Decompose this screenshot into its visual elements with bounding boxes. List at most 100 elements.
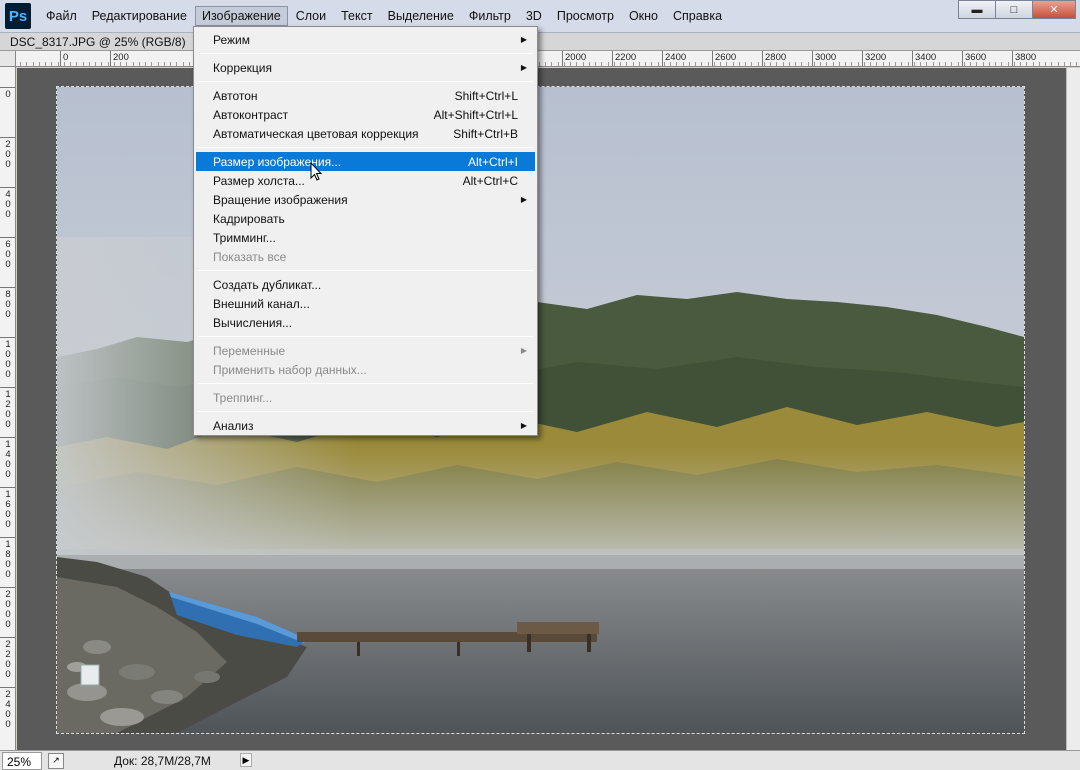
image-menu-item[interactable]: Создать дубликат...: [196, 275, 535, 294]
menu-item-label: Автотон: [213, 88, 258, 103]
ruler-minor-tick: [901, 62, 902, 66]
image-menu-item[interactable]: Коррекция ▶: [196, 58, 535, 77]
ruler-major-tick: [0, 87, 15, 88]
ruler-minor-tick: [689, 62, 690, 66]
image-menu-item[interactable]: Автоматическая цветовая коррекция Shift+C…: [196, 124, 535, 143]
menu-2[interactable]: Изображение: [194, 6, 288, 26]
menu-item-label: Размер холста...: [213, 173, 305, 188]
horizontal-ruler[interactable]: 0 200 2000 2200 2400 2600 2800 3000 3200 3400 3600…: [16, 51, 1080, 67]
menu-item-label: Показать все: [213, 249, 287, 264]
ruler-minor-tick: [151, 62, 152, 66]
submenu-arrow-icon: ▶: [520, 421, 527, 430]
image-menu-item: Применить набор данных...: [196, 360, 535, 379]
ruler-minor-tick: [95, 62, 96, 66]
menu-5[interactable]: Выделение: [381, 6, 461, 26]
menu-8[interactable]: Просмотр: [550, 6, 621, 26]
image-menu-item[interactable]: Режим ▶: [196, 30, 535, 49]
image-menu-item[interactable]: Внешний канал...: [196, 294, 535, 313]
ruler-minor-tick: [620, 62, 621, 66]
menu-7[interactable]: 3D: [519, 6, 549, 26]
ruler-minor-tick: [820, 62, 821, 66]
ruler-minor-tick: [576, 62, 577, 66]
ruler-minor-tick: [876, 62, 877, 66]
ruler-minor-tick: [1051, 62, 1052, 66]
menu-separator: [198, 147, 533, 148]
ruler-minor-tick: [170, 62, 171, 66]
menu-separator: [198, 411, 533, 412]
menu-1[interactable]: Редактирование: [85, 6, 194, 26]
ruler-minor-tick: [45, 62, 46, 66]
zoom-level-input[interactable]: 25%: [2, 751, 42, 770]
ruler-minor-tick: [695, 62, 696, 66]
menu-10[interactable]: Справка: [666, 6, 729, 26]
ruler-label: 400: [5, 189, 11, 220]
ruler-major-tick: [0, 537, 15, 538]
image-menu-item[interactable]: Тримминг...: [196, 228, 535, 247]
image-menu-item[interactable]: Анализ ▶: [196, 416, 535, 435]
ruler-minor-tick: [958, 62, 959, 66]
ruler-minor-tick: [745, 62, 746, 66]
ruler-origin[interactable]: [0, 51, 16, 67]
image-menu-item[interactable]: Размер изображения... Alt+Ctrl+I: [196, 152, 535, 171]
image-menu-item: Переменные ▶: [196, 341, 535, 360]
image-menu-item[interactable]: Вращение изображения ▶: [196, 190, 535, 209]
ruler-minor-tick: [183, 62, 184, 66]
menu-item-label: Внешний канал...: [213, 296, 310, 311]
ruler-minor-tick: [1014, 62, 1015, 66]
ruler-minor-tick: [845, 62, 846, 66]
ruler-major-tick: [0, 487, 15, 488]
ruler-minor-tick: [139, 62, 140, 66]
ruler-major-tick: [0, 637, 15, 638]
document-tab[interactable]: DSC_8317.JPG @ 25% (RGB/8): [0, 33, 1080, 51]
minimize-button[interactable]: ▬: [958, 0, 996, 19]
image-menu-item[interactable]: Кадрировать: [196, 209, 535, 228]
ruler-minor-tick: [1045, 62, 1046, 66]
menu-9[interactable]: Окно: [622, 6, 665, 26]
ruler-minor-tick: [826, 62, 827, 66]
ruler-minor-tick: [176, 62, 177, 66]
ruler-minor-tick: [683, 62, 684, 66]
menu-6[interactable]: Фильтр: [462, 6, 518, 26]
ruler-minor-tick: [645, 62, 646, 66]
ruler-minor-tick: [595, 62, 596, 66]
ruler-minor-tick: [864, 62, 865, 66]
ruler-major-tick: [0, 387, 15, 388]
ruler-minor-tick: [914, 62, 915, 66]
ruler-minor-tick: [789, 62, 790, 66]
close-button[interactable]: ✕: [1032, 0, 1076, 19]
ruler-minor-tick: [951, 62, 952, 66]
ruler-major-tick: [0, 287, 15, 288]
image-menu-item[interactable]: Размер холста... Alt+Ctrl+C: [196, 171, 535, 190]
export-icon[interactable]: ↗: [48, 752, 64, 769]
image-menu-item[interactable]: Вычисления...: [196, 313, 535, 332]
submenu-arrow-icon: ▶: [520, 63, 527, 72]
ruler-minor-tick: [870, 62, 871, 66]
ruler-minor-tick: [933, 62, 934, 66]
image-menu-item[interactable]: Автотон Shift+Ctrl+L: [196, 86, 535, 105]
ruler-minor-tick: [583, 62, 584, 66]
menu-item-label: Вращение изображения: [213, 192, 348, 207]
ruler-minor-tick: [114, 62, 115, 66]
ruler-label: 200: [5, 139, 11, 170]
vertical-scrollbar[interactable]: [1066, 68, 1080, 750]
ruler-minor-tick: [976, 62, 977, 66]
ruler-minor-tick: [776, 62, 777, 66]
status-menu-arrow-icon[interactable]: ▶: [240, 753, 252, 767]
ruler-minor-tick: [145, 62, 146, 66]
ruler-minor-tick: [58, 62, 59, 66]
maximize-button[interactable]: □: [995, 0, 1033, 19]
ruler-label: 0: [5, 89, 11, 100]
menu-item-shortcut: Shift+Ctrl+B: [453, 126, 518, 141]
ruler-major-tick: [762, 51, 763, 66]
image-menu-item[interactable]: Автоконтраст Alt+Shift+Ctrl+L: [196, 105, 535, 124]
menu-0[interactable]: Файл: [39, 6, 84, 26]
vertical-ruler[interactable]: 0 200 400 600 800 1000 1200 1400 1600 1800 2000 220…: [0, 67, 16, 750]
ruler-minor-tick: [545, 62, 546, 66]
ruler-minor-tick: [895, 62, 896, 66]
menu-3[interactable]: Слои: [289, 6, 333, 26]
menu-4[interactable]: Текст: [334, 6, 379, 26]
ruler-label: 1000: [5, 339, 11, 380]
ruler-label: 1800: [5, 539, 11, 580]
ruler-minor-tick: [676, 62, 677, 66]
ruler-major-tick: [1012, 51, 1013, 66]
